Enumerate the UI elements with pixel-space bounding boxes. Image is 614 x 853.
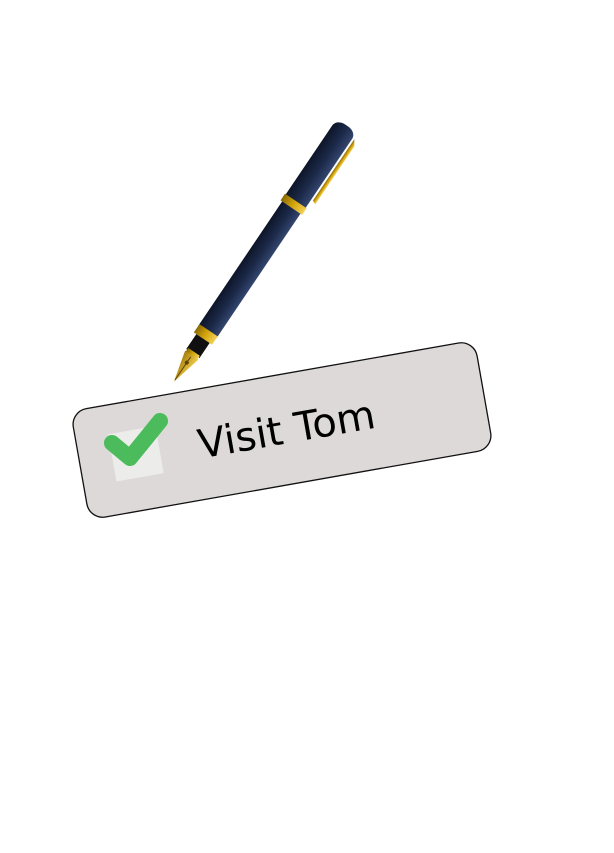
scene: Visit Tom [71,122,494,520]
task-card[interactable]: Visit Tom [71,340,494,520]
fountain-pen-icon [173,122,355,382]
